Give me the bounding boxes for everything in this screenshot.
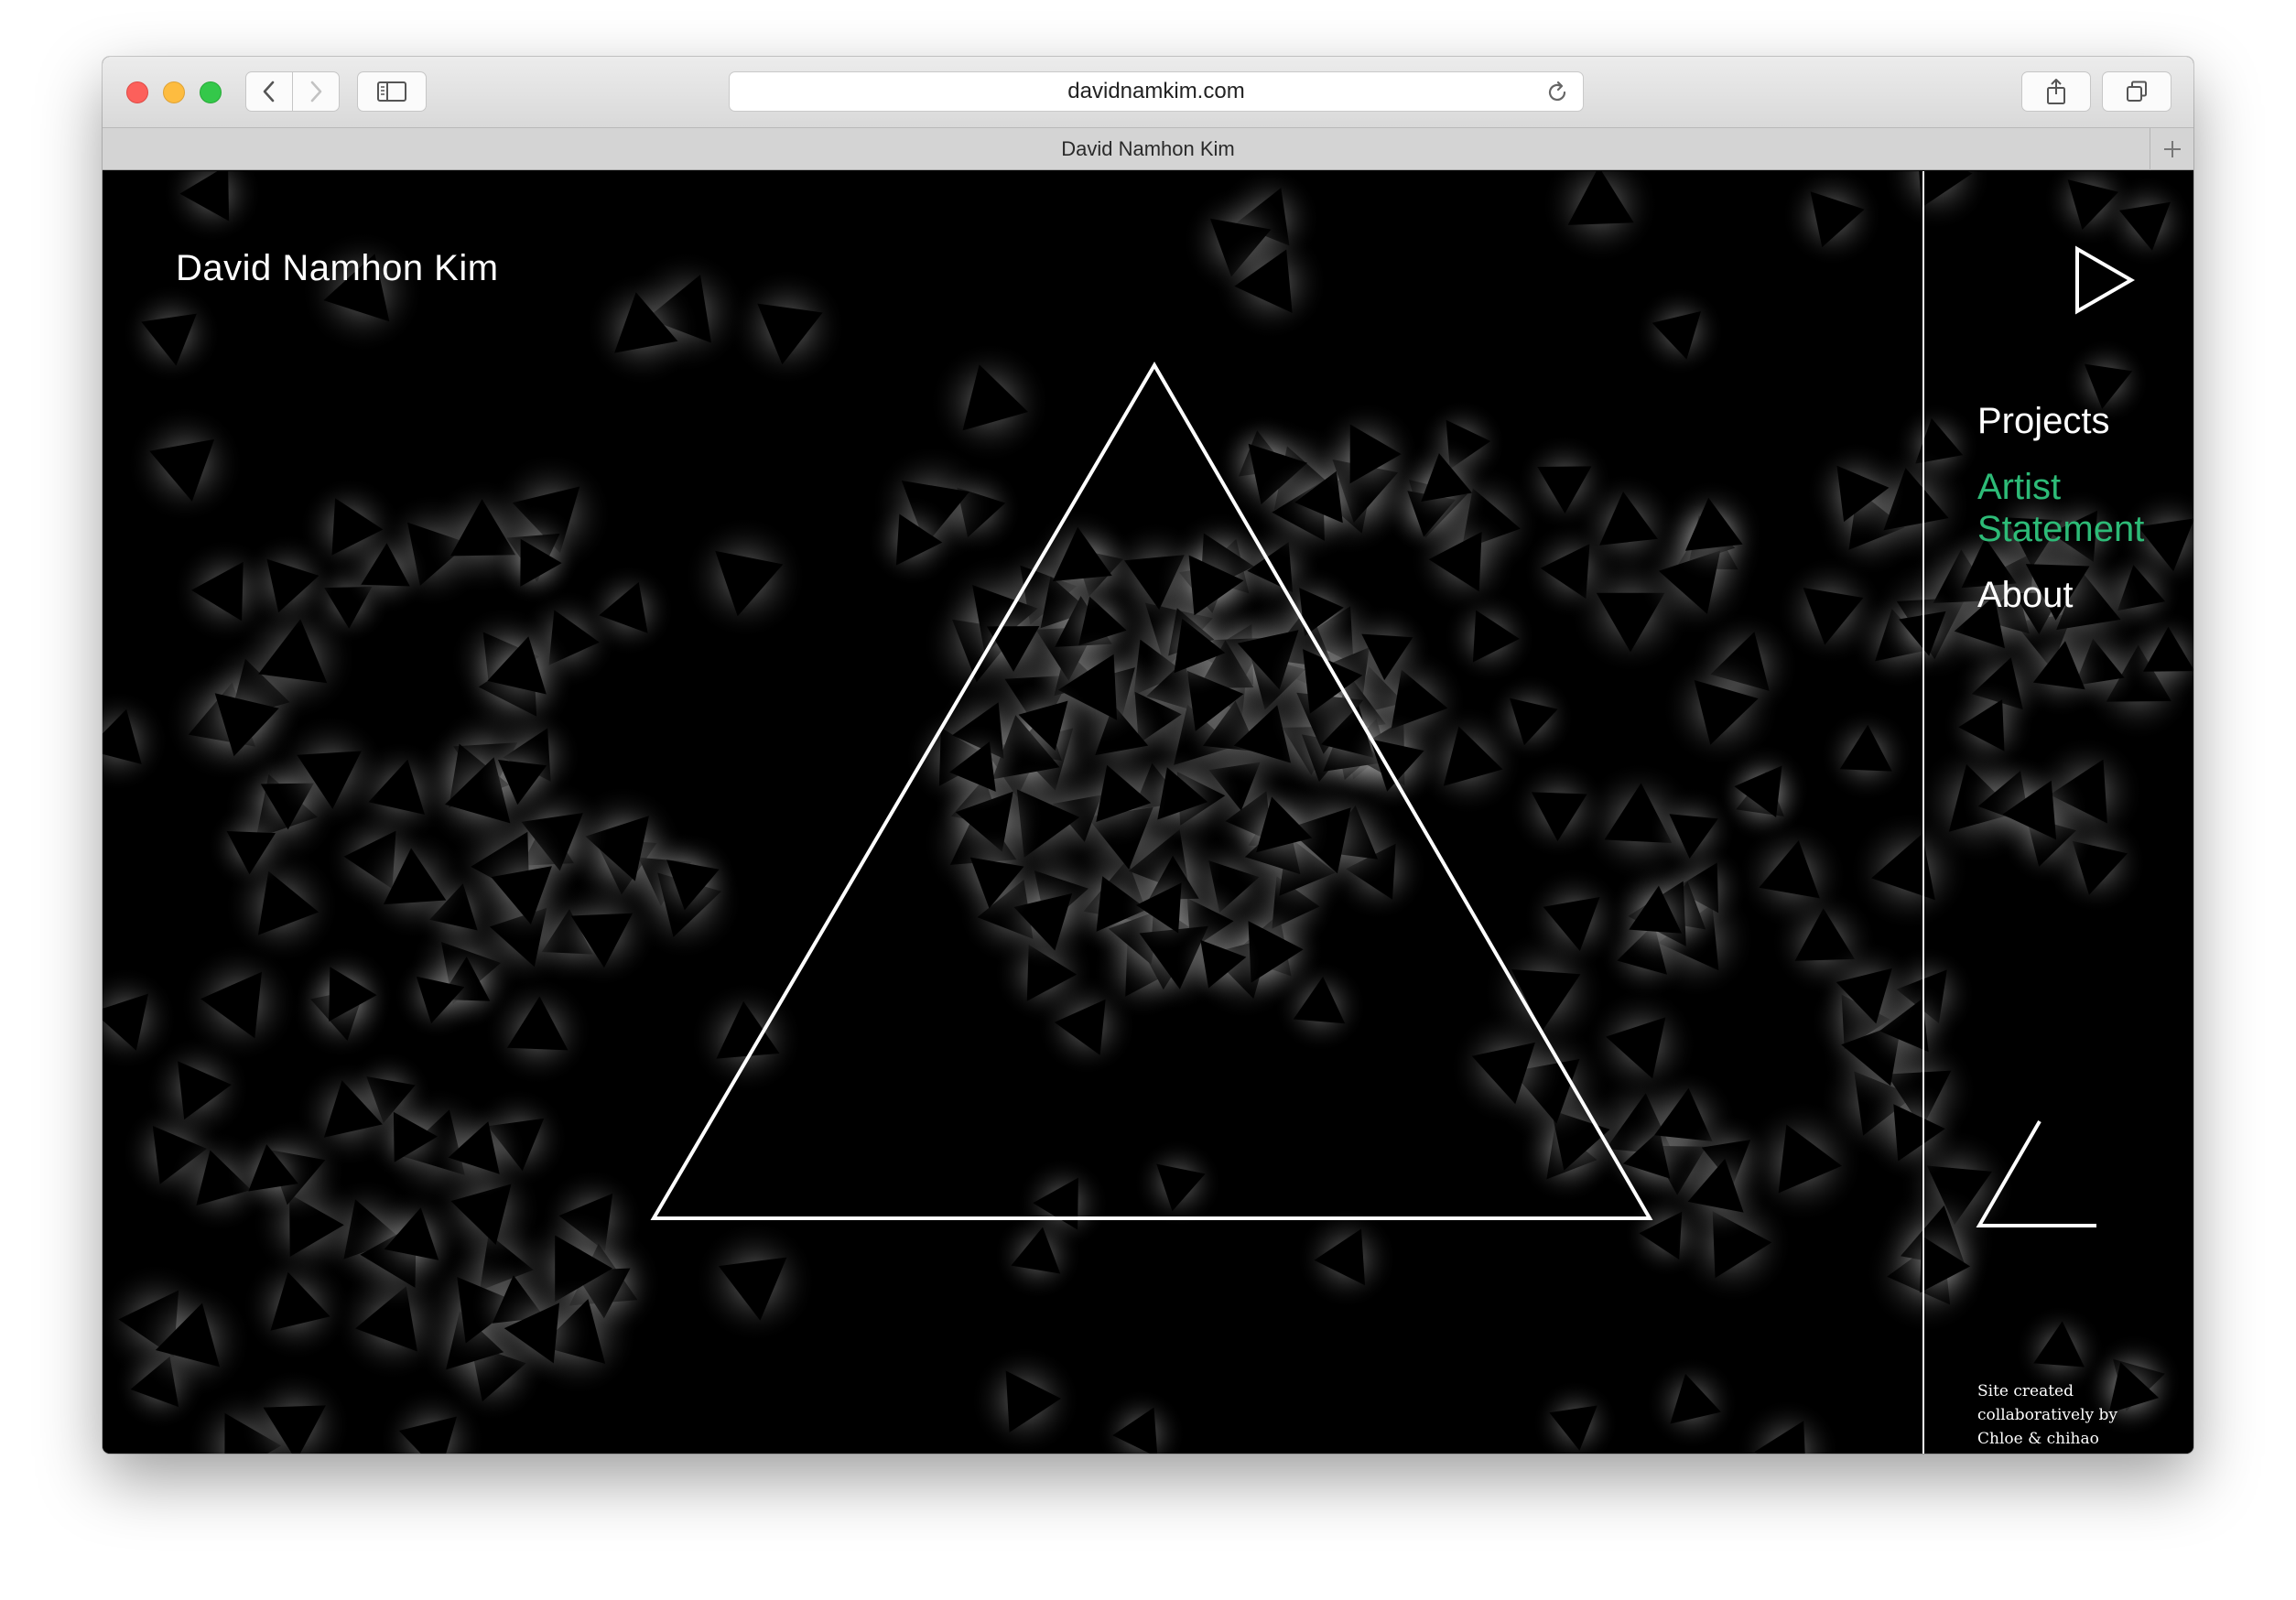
sidebar-icon — [377, 81, 406, 102]
angle-line-icon — [1976, 1119, 2096, 1227]
site-nav: Projects Artist Statement About — [1977, 400, 2161, 640]
close-window-button[interactable] — [126, 81, 148, 103]
url-text: davidnamkim.com — [1067, 79, 1245, 103]
forward-button[interactable] — [292, 71, 340, 112]
browser-toolbar: davidnamkim.com — [103, 57, 2193, 128]
site-credit: Site created collaboratively by Chloe & … — [1977, 1382, 2118, 1448]
web-page: David Namhon Kim Projects Artist Stateme… — [103, 171, 2193, 1454]
nav-link-projects[interactable]: Projects — [1977, 400, 2161, 442]
share-icon — [2047, 79, 2065, 104]
browser-window: davidnamkim.com David Namhon Kim David N… — [103, 57, 2193, 1454]
play-outline-icon[interactable] — [2073, 244, 2137, 316]
tab-title[interactable]: David Namhon Kim — [1061, 137, 1235, 161]
chevron-right-icon — [310, 81, 322, 103]
nav-divider — [1922, 171, 1924, 1454]
zoom-window-button[interactable] — [200, 81, 222, 103]
tabs-overview-icon — [2127, 81, 2147, 102]
site-title[interactable]: David Namhon Kim — [176, 248, 499, 289]
nav-link-artist-statement[interactable]: Artist Statement — [1977, 466, 2161, 550]
minimize-window-button[interactable] — [163, 81, 185, 103]
share-button[interactable] — [2021, 71, 2091, 112]
triangle-field — [103, 171, 2193, 1454]
back-button[interactable] — [245, 71, 293, 112]
nav-link-about[interactable]: About — [1977, 574, 2161, 616]
address-bar[interactable]: davidnamkim.com — [729, 71, 1584, 112]
new-tab-button[interactable] — [2150, 128, 2193, 170]
tab-bar: David Namhon Kim — [103, 128, 2193, 170]
chevron-left-icon — [263, 81, 275, 103]
show-sidebar-button[interactable] — [357, 71, 427, 112]
reload-icon[interactable] — [1544, 80, 1570, 105]
show-all-tabs-button[interactable] — [2102, 71, 2171, 112]
plus-icon — [2163, 141, 2181, 157]
particle-triangles — [103, 171, 2193, 1454]
